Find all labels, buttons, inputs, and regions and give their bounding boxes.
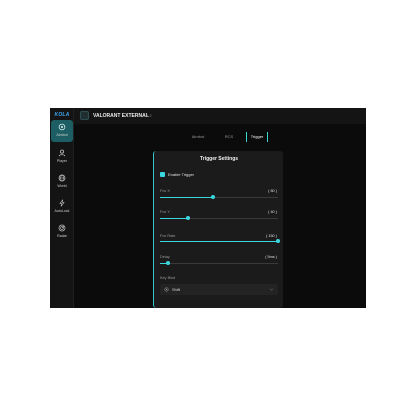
sidebar-item-radar[interactable]: Radar: [51, 221, 73, 243]
tab-bar: Aimbot RCS Trigger: [183, 132, 307, 142]
tab-rcs[interactable]: RCS: [216, 132, 242, 142]
tab-trigger[interactable]: Trigger: [246, 132, 268, 142]
sidebar-item-aimbot[interactable]: Aimbot: [51, 120, 73, 142]
key-bind-select[interactable]: Shift: [160, 284, 278, 295]
sidebar-item-label: Player: [56, 159, 68, 163]
lightning-icon: [59, 199, 65, 207]
app-title: VALORANT EXTERNAL: [93, 113, 149, 119]
slider-fill: [160, 218, 189, 220]
key-bind-value: Shift: [172, 287, 181, 292]
logo: KOLA: [52, 111, 72, 119]
tab-aimbot[interactable]: Aimbot: [183, 132, 213, 142]
fov-y-value: ( 40 ): [268, 210, 277, 214]
logo-text: KOLA: [54, 112, 70, 118]
slider-handle[interactable]: [276, 239, 280, 244]
title-bar: VALORANT EXTERNAL 2.2: [74, 108, 366, 124]
sidebar-item-world[interactable]: World: [51, 171, 73, 193]
delay-label: Delay: [160, 255, 170, 259]
slider-handle[interactable]: [186, 216, 191, 221]
keyboard-icon: [164, 287, 169, 292]
slider-fill: [160, 241, 278, 243]
panel-title: Trigger Settings: [199, 156, 239, 162]
sidebar-item-label: Radar: [57, 234, 67, 238]
delay-slider[interactable]: [160, 261, 278, 266]
enable-trigger-label: Enable Trigger: [168, 172, 195, 177]
fov-rate-value: ( 150 ): [266, 234, 277, 238]
fov-x-value: ( 80 ): [268, 189, 277, 193]
fov-rate-label: Fov Rate: [160, 234, 176, 238]
crosshair-icon: [58, 123, 66, 131]
fov-y-label: Fov Y: [160, 210, 170, 214]
trigger-settings-panel: Trigger Settings Enable Trigger Fov X ( …: [153, 151, 283, 308]
key-bind-label: Key Bind: [160, 276, 176, 280]
slider-fill: [160, 197, 214, 199]
slider-handle[interactable]: [166, 261, 171, 266]
sidebar-item-player[interactable]: Player: [51, 146, 73, 168]
user-icon: [58, 149, 66, 157]
app-window: KOLA Aimbot Player World AutoLock Radar …: [50, 108, 366, 308]
radar-icon: [58, 224, 66, 232]
sidebar-item-label: Aimbot: [56, 133, 68, 137]
fov-x-label: Fov X: [160, 189, 170, 193]
slider-handle[interactable]: [211, 195, 216, 200]
enable-trigger-checkbox[interactable]: [160, 172, 165, 177]
fov-y-slider[interactable]: [160, 216, 278, 221]
fov-x-slider[interactable]: [160, 195, 278, 200]
sidebar-item-label: World: [57, 184, 67, 188]
fov-rate-slider[interactable]: [160, 239, 280, 244]
chevron-down-icon: [269, 288, 274, 291]
sidebar-item-label: AutoLock: [54, 209, 70, 213]
globe-icon: [58, 174, 66, 182]
sidebar: KOLA Aimbot Player World AutoLock Radar: [50, 108, 74, 308]
sidebar-item-autolock[interactable]: AutoLock: [51, 196, 73, 218]
delay-value: ( 5ms ): [265, 255, 277, 259]
app-version: 2.2: [146, 113, 152, 118]
app-icon: [80, 111, 89, 120]
